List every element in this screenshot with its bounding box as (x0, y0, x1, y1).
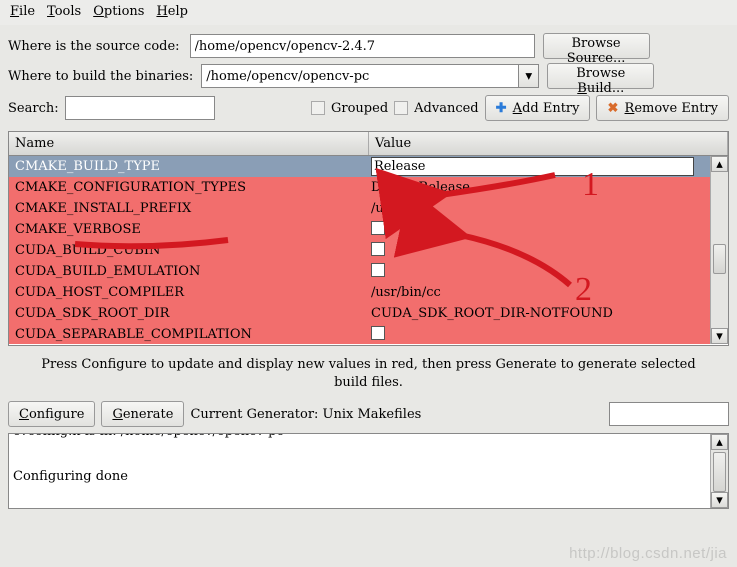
cell-value[interactable] (369, 221, 728, 239)
log-line: Configuring done (9, 469, 708, 484)
cell-name: CMAKE_INSTALL_PREFIX (9, 201, 369, 216)
cell-value[interactable] (369, 242, 728, 260)
cell-name: CUDA_BUILD_EMULATION (9, 264, 369, 279)
output-log: cvconfig.h is in: /home/opencv/opencv-pc… (8, 433, 729, 509)
search-input[interactable] (65, 96, 215, 120)
table-row[interactable]: CMAKE_BUILD_TYPE Release (9, 156, 728, 177)
remove-entry-button[interactable]: ✖ Remove Entry (596, 95, 729, 121)
path-form: Where is the source code: Browse Source.… (0, 25, 737, 129)
cell-value[interactable]: /usr/bin/cc (369, 285, 728, 300)
output-scrollbar[interactable]: ▴ ▾ (710, 434, 728, 508)
checkbox-icon[interactable] (371, 263, 385, 277)
cell-name: CUDA_BUILD_CUBIN (9, 243, 369, 258)
cell-value[interactable]: CUDA_SDK_ROOT_DIR-NOTFOUND (369, 306, 728, 321)
table-scrollbar[interactable]: ▴ ▾ (710, 156, 728, 344)
cell-value[interactable] (369, 326, 728, 344)
cell-value[interactable]: Debug;Release (369, 180, 728, 195)
scroll-down-icon[interactable]: ▾ (711, 328, 728, 344)
cell-value[interactable] (369, 263, 728, 281)
binaries-input[interactable] (201, 64, 519, 88)
plus-icon: ✚ (496, 101, 507, 116)
column-name-header[interactable]: Name (9, 132, 369, 155)
grouped-checkbox[interactable] (311, 101, 325, 115)
scroll-up-icon[interactable]: ▴ (711, 156, 728, 172)
source-input[interactable] (190, 34, 535, 58)
cell-value[interactable]: /usr/local (369, 201, 728, 216)
table-row[interactable]: CMAKE_VERBOSE (9, 219, 728, 240)
menu-file[interactable]: File (10, 4, 35, 19)
cell-name: CMAKE_VERBOSE (9, 222, 369, 237)
cell-value-editor[interactable]: Release (371, 157, 694, 176)
cell-name: CMAKE_BUILD_TYPE (9, 159, 369, 174)
source-label: Where is the source code: (8, 39, 180, 54)
table-row[interactable]: CUDA_SEPARABLE_COMPILATION (9, 324, 728, 344)
configure-button[interactable]: Configure (8, 401, 95, 427)
advanced-checkbox[interactable] (394, 101, 408, 115)
table-row[interactable]: CMAKE_CONFIGURATION_TYPES Debug;Release (9, 177, 728, 198)
binaries-dropdown[interactable]: ▾ (519, 64, 539, 88)
cache-table: Name Value CMAKE_BUILD_TYPE Release CMAK… (8, 131, 729, 346)
table-row[interactable]: CMAKE_INSTALL_PREFIX /usr/local (9, 198, 728, 219)
menu-tools[interactable]: Tools (47, 4, 81, 19)
binaries-label: Where to build the binaries: (8, 69, 193, 84)
scroll-up-icon[interactable]: ▴ (711, 434, 728, 450)
browse-build-button[interactable]: Browse Build... (547, 63, 654, 89)
scroll-down-icon[interactable]: ▾ (711, 492, 728, 508)
menu-help[interactable]: Help (156, 4, 188, 19)
cell-name: CMAKE_CONFIGURATION_TYPES (9, 180, 369, 195)
menu-options[interactable]: Options (93, 4, 144, 19)
advanced-label: Advanced (414, 101, 478, 116)
table-row[interactable]: CUDA_BUILD_CUBIN (9, 240, 728, 261)
browse-source-button[interactable]: Browse Source... (543, 33, 650, 59)
checkbox-icon[interactable] (371, 326, 385, 340)
watermark: http://blog.csdn.net/jia (569, 545, 727, 562)
generator-label: Current Generator: Unix Makefiles (190, 407, 421, 422)
table-row[interactable]: CUDA_HOST_COMPILER /usr/bin/cc (9, 282, 728, 303)
x-icon: ✖ (607, 101, 618, 116)
menu-bar: File Tools Options Help (0, 0, 737, 25)
generate-button[interactable]: Generate (101, 401, 184, 427)
scroll-thumb[interactable] (713, 452, 726, 492)
cell-name: CUDA_SDK_ROOT_DIR (9, 306, 369, 321)
table-row[interactable]: CUDA_SDK_ROOT_DIR CUDA_SDK_ROOT_DIR-NOTF… (9, 303, 728, 324)
generator-field[interactable] (609, 402, 729, 426)
column-value-header[interactable]: Value (369, 132, 728, 155)
checkbox-icon[interactable] (371, 242, 385, 256)
grouped-label: Grouped (331, 101, 388, 116)
scroll-thumb[interactable] (713, 244, 726, 274)
cell-name: CUDA_SEPARABLE_COMPILATION (9, 327, 369, 342)
add-entry-button[interactable]: ✚ Add Entry (485, 95, 591, 121)
help-text: Press Configure to update and display ne… (0, 346, 737, 399)
search-label: Search: (8, 101, 59, 116)
checkbox-icon[interactable] (371, 221, 385, 235)
table-row[interactable]: CUDA_BUILD_EMULATION (9, 261, 728, 282)
cell-name: CUDA_HOST_COMPILER (9, 285, 369, 300)
